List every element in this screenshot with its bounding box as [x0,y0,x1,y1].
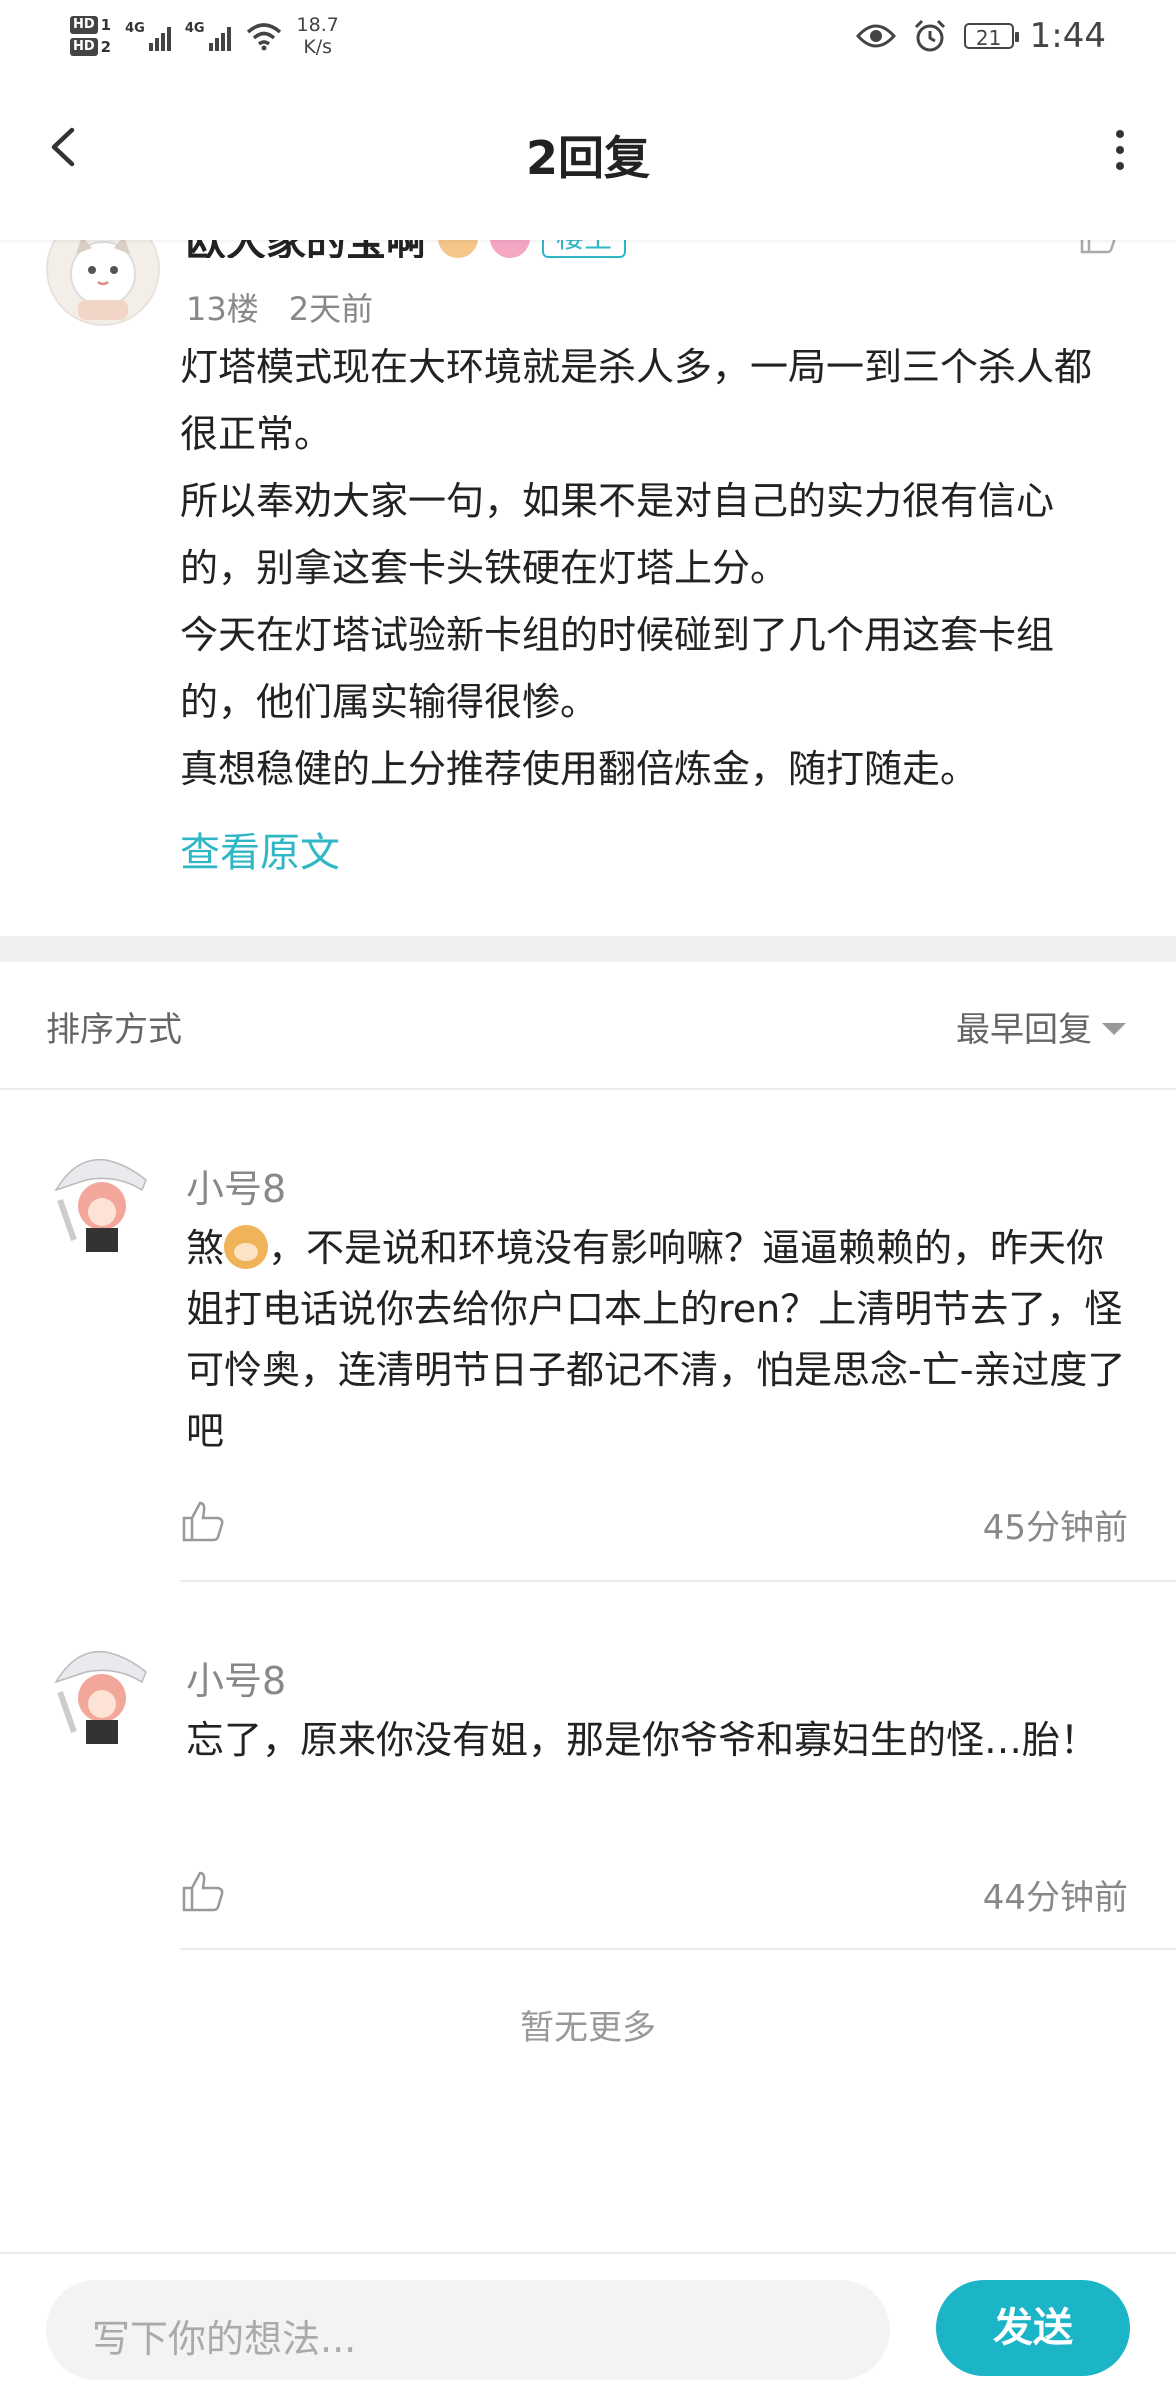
reply-time: 44分钟前 [982,1878,1128,1918]
composer-bar: 写下你的想法... 发送 [0,2252,1176,2402]
status-right: 21 1:44 [855,14,1106,58]
signal-icon-2: 4G [185,21,231,51]
post-paragraph: 真想稳健的上分推荐使用翻倍炼金，随打随走。 [180,747,979,791]
signal-icon: 4G [125,21,171,51]
reply-author[interactable]: 小号8 [186,1650,286,1705]
top-nav: 2回复 [0,72,1176,240]
view-original-link[interactable]: 查看原文 [180,820,340,878]
page-title: 2回复 [525,131,650,185]
post-paragraph: 灯塔模式现在大环境就是杀人多，一局一到三个杀人都很正常。 [180,345,1093,456]
alarm-icon [914,19,945,52]
clock: 1:44 [1029,16,1106,56]
sort-dropdown[interactable]: 最早回复 [956,1002,1126,1051]
input-placeholder: 写下你的想法... [92,2317,357,2361]
section-divider [0,936,1176,962]
sort-value: 最早回复 [956,1010,1092,1050]
reply-time: 45分钟前 [982,1508,1128,1548]
network-speed: 18.7 K/s [296,14,339,58]
post-time: 2天前 [288,290,374,328]
sim2-indicator: HD 2 [70,38,111,56]
more-options-icon[interactable] [1114,130,1126,170]
post-body: 灯塔模式现在大环境就是杀人多，一局一到三个杀人都很正常。 所以奉劝大家一句，如果… [180,334,1120,803]
divider [180,1948,1176,1950]
status-bar: HD 1 HD 2 4G 4G 18.7 K/s 21 1:44 [0,0,1176,72]
thumb-up-icon[interactable] [180,1498,226,1544]
reply-text: 忘了，原来你没有姐，那是你爷爷和寡妇生的怪…胎！ [186,1718,1099,1762]
avatar[interactable] [46,1642,154,1750]
dog-emoji-icon [224,1225,269,1269]
sort-label: 排序方式 [46,1010,182,1050]
reply-text: 煞，不是说和环境没有影响嘛？逼逼赖赖的，昨天你姐打电话说你去给你户口本上的ren… [186,1225,1126,1453]
send-button[interactable]: 发送 [936,2280,1130,2376]
avatar[interactable] [46,1150,154,1258]
wifi-icon [246,23,281,51]
post-meta: 13楼 2天前 [186,284,373,330]
status-left: HD 1 HD 2 4G 4G 18.7 K/s [70,8,339,64]
dropdown-triangle-icon [1102,1022,1126,1035]
sim1-indicator: HD 1 [70,16,111,34]
eye-icon [855,24,896,48]
post-paragraph: 所以奉劝大家一句，如果不是对自己的实力很有信心的，别拿这套卡头铁硬在灯塔上分。 [180,479,1055,590]
sort-row: 排序方式 最早回复 [0,962,1176,1090]
comment-input[interactable]: 写下你的想法... [46,2280,890,2380]
reply-author[interactable]: 小号8 [186,1158,286,1213]
no-more-label: 暂无更多 [520,2008,656,2048]
anime-avatar-icon [46,1150,154,1258]
floor-number: 13楼 [186,290,259,328]
post-paragraph: 今天在灯塔试验新卡组的时候碰到了几个用这套卡组的，他们属实输得很惨。 [180,613,1055,724]
anime-avatar-icon [46,1642,154,1750]
divider [180,1580,1176,1582]
thumb-up-icon[interactable] [180,1868,226,1914]
battery-icon: 21 [963,23,1019,50]
